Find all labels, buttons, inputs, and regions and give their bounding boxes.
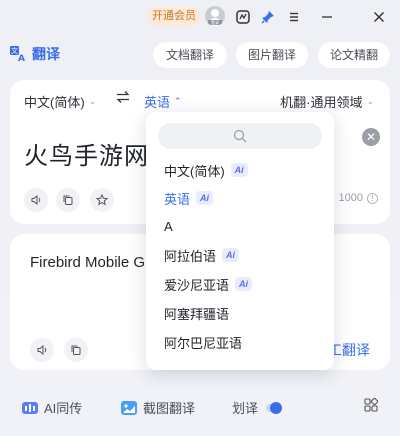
- lang-option-label: 中文(简体): [164, 163, 225, 179]
- ai-simul-icon: [22, 401, 38, 414]
- source-text[interactable]: 火鸟手游网: [24, 136, 149, 171]
- image-translate-button[interactable]: 图片翻译: [236, 42, 308, 68]
- dropdown-search[interactable]: [158, 123, 322, 149]
- source-lang-label: 中文(简体): [24, 95, 85, 110]
- svg-text:A: A: [18, 54, 25, 62]
- clear-icon[interactable]: ✕: [362, 128, 380, 146]
- lang-option-label: 阿塞拜疆语: [164, 306, 230, 322]
- lang-option[interactable]: 中文(简体) Ai: [164, 160, 248, 180]
- screenshot-label: 截图翻译: [143, 401, 196, 416]
- skin-icon[interactable]: [234, 8, 252, 26]
- brand: 文 A 翻译: [10, 44, 60, 64]
- copy-icon[interactable]: [56, 188, 80, 212]
- ai-simul-label: AI同传: [44, 401, 83, 416]
- apps-icon[interactable]: [364, 398, 378, 412]
- engine-label: 机翻·通用领域: [280, 95, 363, 110]
- paper-translate-button[interactable]: 论文精翻: [318, 42, 390, 68]
- svg-text:文: 文: [11, 46, 18, 55]
- ai-badge: Ai: [230, 163, 248, 177]
- source-lang-select[interactable]: 中文(简体) ⌄: [24, 92, 96, 111]
- lang-option[interactable]: 阿尔巴尼亚语: [164, 332, 242, 352]
- avatar[interactable]: 登录: [205, 6, 225, 26]
- target-lang-select[interactable]: 英语 ⌃: [144, 92, 182, 111]
- char-counter: 1000 !: [339, 192, 378, 204]
- ai-badge: Ai: [196, 191, 214, 205]
- lang-group-header: A: [164, 216, 173, 236]
- language-dropdown: 中文(简体) Ai 英语 Ai A 阿拉伯语 Ai 爱沙尼亚语 Ai 阿塞拜疆语…: [146, 112, 334, 370]
- engine-select[interactable]: 机翻·通用领域 ⌄: [280, 92, 374, 111]
- lang-option[interactable]: 爱沙尼亚语 Ai: [164, 274, 253, 294]
- avatar-tag: 登录: [208, 20, 222, 25]
- ai-badge: Ai: [235, 277, 253, 291]
- lang-option-label: 爱沙尼亚语: [164, 277, 230, 293]
- star-icon[interactable]: [90, 188, 114, 212]
- lang-option-label: 英语: [164, 191, 191, 207]
- doc-translate-button[interactable]: 文档翻译: [153, 42, 227, 68]
- select-translate-label: 划译: [232, 401, 259, 416]
- target-lang-label: 英语: [144, 95, 171, 110]
- lang-option-selected[interactable]: 英语 Ai: [164, 188, 214, 208]
- copy-icon[interactable]: [64, 338, 88, 362]
- lang-option[interactable]: 阿塞拜疆语: [164, 303, 229, 323]
- menu-icon[interactable]: [285, 8, 303, 26]
- dropdown-search-input[interactable]: [158, 123, 322, 149]
- vip-button[interactable]: 开通会员: [148, 7, 200, 26]
- swap-languages-icon[interactable]: [116, 90, 130, 109]
- chevron-down-icon: ⌄: [88, 96, 97, 106]
- translate-icon: 文 A: [10, 46, 25, 62]
- chevron-down-icon: ⌄: [366, 96, 374, 106]
- select-translate-toggle[interactable]: 划译: [232, 398, 283, 417]
- lang-option-label: 阿拉伯语: [164, 248, 217, 264]
- speaker-icon[interactable]: [24, 188, 48, 212]
- lang-option-label: A: [164, 218, 173, 234]
- toggle-switch[interactable]: [266, 401, 283, 414]
- ai-simul-button[interactable]: AI同传: [22, 398, 82, 417]
- result-text: Firebird Mobile G: [30, 254, 146, 271]
- lang-option[interactable]: 阿拉伯语 Ai: [164, 245, 240, 265]
- minimize-icon[interactable]: [318, 8, 336, 26]
- screenshot-icon: [121, 400, 137, 415]
- ai-badge: Ai: [222, 248, 240, 262]
- chevron-up-icon: ⌃: [174, 96, 182, 106]
- lang-option-label: 阿尔巴尼亚语: [164, 335, 243, 351]
- char-limit: 1000: [338, 192, 363, 204]
- screenshot-translate-button[interactable]: 截图翻译: [121, 398, 195, 417]
- pin-icon[interactable]: [259, 8, 277, 26]
- close-icon[interactable]: [370, 8, 388, 26]
- brand-label: 翻译: [32, 46, 60, 62]
- title-bar: 开通会员 登录: [0, 0, 400, 34]
- human-translate-link[interactable]: 工翻译: [328, 340, 370, 360]
- info-icon[interactable]: !: [367, 192, 378, 204]
- speaker-icon[interactable]: [30, 338, 54, 362]
